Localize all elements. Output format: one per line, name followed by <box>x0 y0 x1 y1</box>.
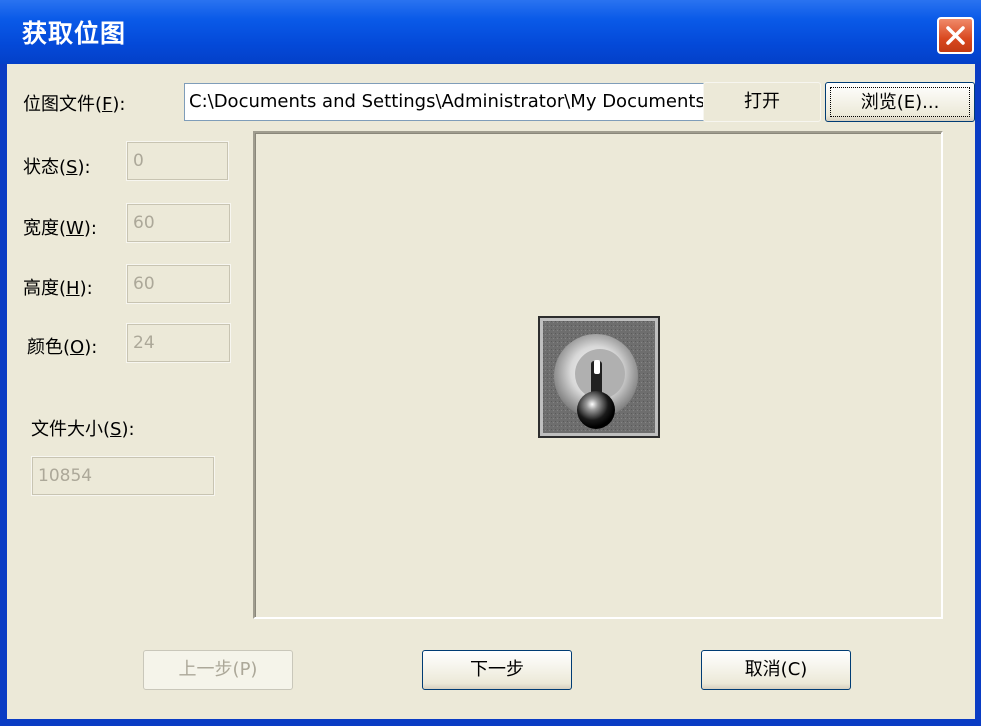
browse-button-label: 浏览(E)... <box>830 87 970 117</box>
height-field: 60 <box>126 264 231 304</box>
bitmap-path-input[interactable]: C:\Documents and Settings\Administrator\… <box>184 83 706 121</box>
close-icon <box>946 26 965 45</box>
width-field: 60 <box>126 203 231 243</box>
next-button[interactable]: 下一步 <box>422 650 572 690</box>
title-bar[interactable]: 获取位图 <box>0 0 981 64</box>
cancel-button[interactable]: 取消(C) <box>701 650 851 690</box>
dialog-window: 获取位图 位图文件(F): C:\Documents and Settings\… <box>0 0 981 726</box>
state-label: 状态(S): <box>23 157 91 178</box>
state-field: 0 <box>126 141 229 181</box>
dialog-body: 位图文件(F): C:\Documents and Settings\Admin… <box>7 64 975 719</box>
color-label: 颜色(O): <box>27 337 98 358</box>
file-size-field: 10854 <box>31 456 215 496</box>
close-button[interactable] <box>937 17 974 54</box>
browse-button[interactable]: 浏览(E)... <box>825 82 975 122</box>
width-label: 宽度(W): <box>23 218 97 239</box>
back-button[interactable]: 上一步(P) <box>143 650 293 690</box>
bitmap-preview <box>253 131 943 619</box>
height-label: 高度(H): <box>23 278 93 299</box>
file-size-label: 文件大小(S): <box>31 419 135 440</box>
window-title: 获取位图 <box>22 19 127 48</box>
open-button[interactable]: 打开 <box>703 82 821 122</box>
bitmap-file-label: 位图文件(F): <box>23 94 126 115</box>
joystick-icon <box>538 316 660 442</box>
color-field: 24 <box>126 323 231 363</box>
